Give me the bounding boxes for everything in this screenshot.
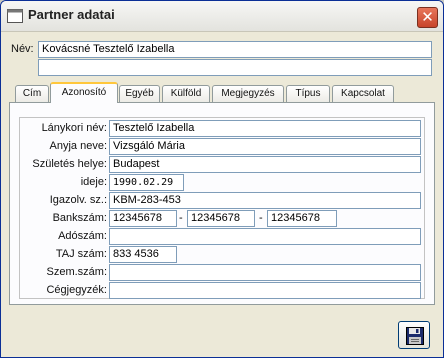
window-title: Partner adatai (28, 7, 115, 22)
taj-number-label: TAJ szám: (55, 248, 107, 260)
tab-megjegyzes[interactable]: Megjegyzés (212, 85, 284, 102)
bank-separator: - (259, 212, 263, 224)
tab-azonosito[interactable]: Azonosító (50, 82, 118, 103)
close-button[interactable]: ✕ (417, 7, 438, 28)
close-icon: ✕ (421, 8, 434, 26)
name-label: Név: (11, 43, 34, 55)
tax-number-label: Adószám: (58, 230, 107, 242)
bank-account-part1[interactable]: 12345678 (109, 210, 177, 227)
maiden-name-label: Lánykori név: (41, 122, 107, 134)
id-card-field[interactable]: KBM-283-453 (109, 192, 421, 209)
tab-cim[interactable]: Cím (15, 85, 49, 102)
company-reg-field[interactable] (109, 282, 421, 299)
personal-number-field[interactable] (109, 264, 421, 281)
birth-date-label: ideje: (80, 176, 107, 188)
taj-number-field[interactable]: 833 4536 (109, 246, 177, 263)
birth-date-field[interactable]: 1990.02.29 (109, 174, 184, 191)
birth-place-field[interactable]: Budapest (109, 156, 421, 173)
save-button[interactable] (398, 321, 430, 349)
partner-window: Partner adatai ✕ Név: Kovácsné Tesztelő … (0, 0, 444, 358)
tab-kulfold[interactable]: Külföld (162, 85, 210, 102)
birth-place-label: Születés helye: (32, 158, 107, 170)
tab-egyeb[interactable]: Egyéb (119, 85, 160, 102)
bank-account-label: Bankszám: (52, 212, 107, 224)
bank-account-part3[interactable]: 12345678 (267, 210, 337, 227)
tab-tipus[interactable]: Típus (286, 85, 330, 102)
name-field-secondary[interactable] (38, 59, 432, 76)
name-field[interactable]: Kovácsné Tesztelő Izabella (38, 41, 432, 58)
window-app-icon (7, 9, 23, 23)
mother-name-label: Anyja neve: (49, 140, 107, 152)
company-reg-label: Cégjegyzék: (46, 284, 107, 296)
floppy-disk-icon (406, 327, 424, 345)
tab-kapcsolat[interactable]: Kapcsolat (332, 85, 394, 102)
maiden-name-field[interactable]: Tesztelő Izabella (109, 120, 421, 137)
id-card-label: Igazolv. sz.: (49, 194, 107, 206)
personal-number-label: Szem.szám: (46, 266, 107, 278)
bank-account-part2[interactable]: 12345678 (187, 210, 255, 227)
mother-name-field[interactable]: Vizsgáló Mária (109, 138, 421, 155)
bank-separator: - (179, 212, 183, 224)
title-bar[interactable]: Partner adatai ✕ (1, 1, 443, 32)
tax-number-field[interactable] (109, 228, 421, 245)
